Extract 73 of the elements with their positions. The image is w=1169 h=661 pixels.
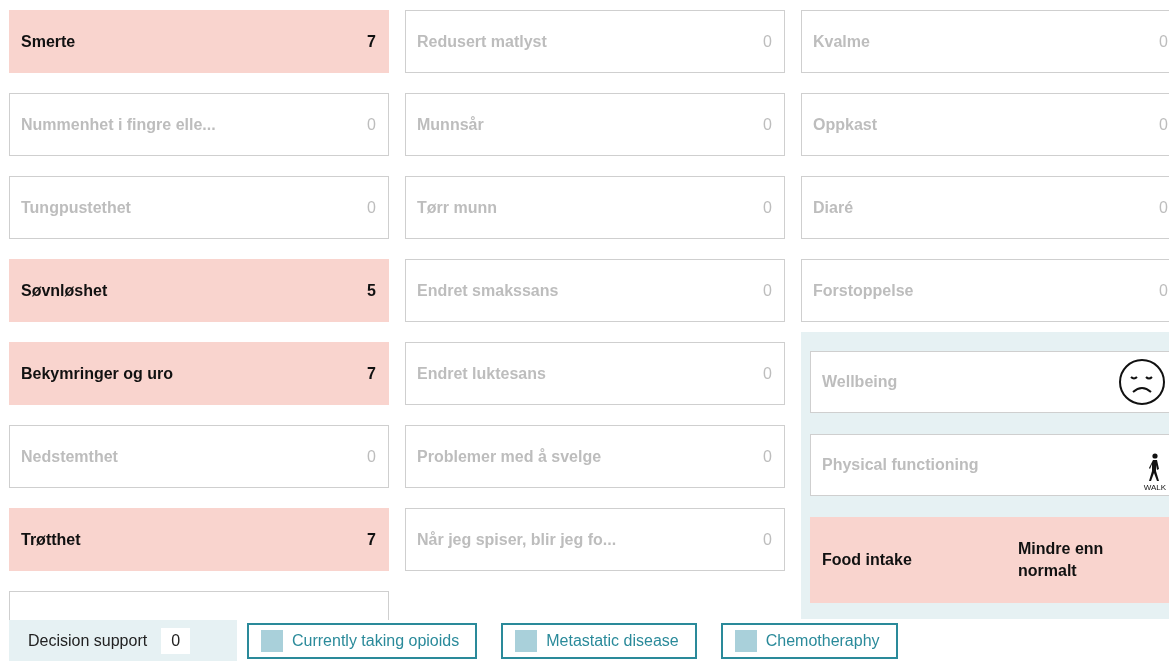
symptom-label: Diaré (813, 198, 854, 217)
symptom-label: Problemer med å svelge (417, 447, 602, 466)
symptom-score: 7 (367, 32, 376, 51)
symptom-card[interactable]: Oppkast 0 (801, 93, 1169, 156)
symptom-label: Søvnløshet (21, 281, 108, 300)
symptom-card[interactable]: Nedstemthet 0 (9, 425, 389, 488)
food-intake-label: Food intake (822, 551, 913, 569)
symptom-card[interactable]: Endret smakssans 0 (405, 259, 785, 322)
food-intake-card[interactable]: Food intake Mindre enn normalt (810, 517, 1169, 603)
symptom-card[interactable]: Søvnløshet 5 (9, 259, 389, 322)
symptom-label: Redusert matlyst (417, 32, 547, 51)
symptom-card[interactable]: Bekymringer og uro 7 (9, 342, 389, 405)
symptom-card[interactable]: Diaré 0 (801, 176, 1169, 239)
symptom-card[interactable]: Forstoppelse 0 (801, 259, 1169, 322)
symptom-score: 0 (763, 32, 772, 51)
symptom-score: 0 (1159, 198, 1168, 217)
decision-support-label: Decision support (28, 631, 148, 650)
symptom-card[interactable] (9, 591, 389, 620)
walking-person-icon (1147, 452, 1162, 483)
symptom-label: Når jeg spiser, blir jeg fo... (417, 530, 617, 549)
wellbeing-label: Wellbeing (822, 373, 898, 391)
wellbeing-card[interactable]: Wellbeing (810, 351, 1169, 413)
toggle-button[interactable]: Metastatic disease (501, 623, 697, 659)
physical-card[interactable]: Physical functioning WALK (810, 434, 1169, 496)
symptom-card[interactable]: Endret luktesans 0 (405, 342, 785, 405)
symptom-score: 5 (367, 281, 376, 300)
symptom-label: Endret luktesans (417, 364, 546, 383)
symptom-score: 0 (1159, 32, 1168, 51)
symptom-label: Smerte (21, 32, 76, 51)
symptom-label: Trøtthet (21, 530, 81, 549)
symptom-card[interactable]: Redusert matlyst 0 (405, 10, 785, 73)
symptom-label: Nedstemthet (21, 447, 118, 466)
symptom-score: 0 (763, 364, 772, 383)
symptom-score: 7 (367, 364, 376, 383)
symptom-score: 0 (763, 281, 772, 300)
symptom-score: 0 (763, 447, 772, 466)
symptom-label: Tørr munn (417, 198, 497, 217)
symptom-card[interactable]: Når jeg spiser, blir jeg fo... 0 (405, 508, 785, 571)
symptom-card[interactable]: Munnsår 0 (405, 93, 785, 156)
symptom-card[interactable]: Smerte 7 (9, 10, 389, 73)
checkbox[interactable] (261, 630, 283, 652)
food-intake-value: Mindre enn normalt (1018, 539, 1105, 581)
symptom-score: 0 (763, 115, 772, 134)
sad-face-icon (1118, 358, 1166, 406)
walk-caption: WALK (1143, 482, 1166, 492)
symptom-label: Nummenhet i fingre elle... (21, 115, 216, 134)
checkbox[interactable] (515, 630, 538, 652)
symptom-label: Forstoppelse (813, 281, 914, 300)
symptom-label: Bekymringer og uro (21, 364, 174, 383)
symptom-score: 0 (1159, 115, 1168, 134)
symptom-score: 0 (763, 530, 772, 549)
symptom-score: 0 (367, 447, 376, 466)
symptom-score: 0 (1159, 281, 1168, 300)
symptom-card[interactable]: Tungpustethet 0 (9, 176, 389, 239)
symptom-card[interactable]: Nummenhet i fingre elle... 0 (9, 93, 389, 156)
toggle-button[interactable]: Currently taking opioids (247, 623, 478, 659)
symptom-label: Munnsår (417, 115, 484, 134)
symptom-card[interactable]: Kvalme 0 (801, 10, 1169, 73)
symptom-score: 7 (367, 530, 376, 549)
checkbox[interactable] (734, 630, 757, 652)
physical-label: Physical functioning (822, 456, 979, 474)
symptom-score: 0 (763, 198, 772, 217)
symptom-label: Tungpustethet (21, 198, 131, 217)
decision-support-count: 0 (161, 627, 191, 654)
symptom-card[interactable]: Problemer med å svelge 0 (405, 425, 785, 488)
symptom-card[interactable]: Trøtthet 7 (9, 508, 389, 571)
symptom-card[interactable]: Tørr munn 0 (405, 176, 785, 239)
symptom-label: Oppkast (813, 115, 877, 134)
toggle-button[interactable]: Chemotheraphy (720, 623, 898, 659)
symptom-label: Kvalme (813, 32, 870, 51)
symptom-score: 0 (367, 198, 376, 217)
symptom-label: Endret smakssans (417, 281, 559, 300)
symptom-score: 0 (367, 115, 376, 134)
